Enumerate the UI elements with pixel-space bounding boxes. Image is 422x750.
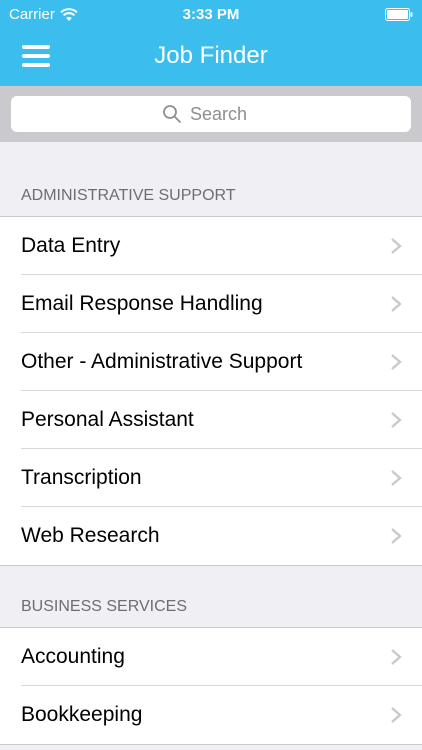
chevron-right-icon	[391, 649, 402, 665]
search-input[interactable]	[190, 103, 260, 125]
list-item-label: Email Response Handling	[21, 292, 263, 315]
search-icon	[163, 105, 181, 123]
chevron-right-icon	[391, 296, 402, 312]
app-screen: Carrier 3:33 PM Job Finder Search ADMINI…	[0, 0, 422, 750]
chevron-right-icon	[391, 707, 402, 723]
list-item-other-administrative-support[interactable]: Other - Administrative Support	[0, 333, 422, 391]
list-item-web-research[interactable]: Web Research	[0, 507, 422, 565]
chevron-right-icon	[391, 528, 402, 544]
search-bar	[0, 86, 422, 142]
status-time: 3:33 PM	[182, 6, 240, 23]
top-bar: Carrier 3:33 PM Job Finder	[0, 0, 422, 86]
list-business-services: Accounting Bookkeeping	[0, 627, 422, 745]
list-item-label: Data Entry	[21, 234, 121, 257]
chevron-right-icon	[391, 412, 402, 428]
list-item-personal-assistant[interactable]: Personal Assistant	[0, 391, 422, 449]
status-bar: Carrier 3:33 PM	[0, 0, 422, 30]
list-item-label: Accounting	[21, 645, 125, 668]
list-item-bookkeeping[interactable]: Bookkeeping	[0, 686, 422, 744]
chevron-right-icon	[391, 470, 402, 486]
battery-icon	[385, 8, 413, 21]
list-item-email-response-handling[interactable]: Email Response Handling	[0, 275, 422, 333]
list-item-label: Personal Assistant	[21, 408, 194, 431]
list-item-label: Web Research	[21, 524, 160, 547]
page-title: Job Finder	[154, 42, 268, 69]
list-item-data-entry[interactable]: Data Entry	[0, 217, 422, 275]
chevron-right-icon	[391, 354, 402, 370]
section-header-administrative-support: ADMINISTRATIVE SUPPORT	[21, 187, 236, 204]
list-item-label: Bookkeeping	[21, 703, 143, 726]
chevron-right-icon	[391, 238, 402, 254]
list-item-label: Transcription	[21, 466, 142, 489]
navigation-bar: Job Finder	[0, 30, 422, 86]
list-item-label: Other - Administrative Support	[21, 350, 303, 373]
section-header-business-services: BUSINESS SERVICES	[21, 598, 187, 615]
list-item-transcription[interactable]: Transcription	[0, 449, 422, 507]
list-item-accounting[interactable]: Accounting	[0, 628, 422, 686]
search-field[interactable]	[11, 96, 411, 132]
list-administrative-support: Data Entry Email Response Handling Other…	[0, 216, 422, 566]
